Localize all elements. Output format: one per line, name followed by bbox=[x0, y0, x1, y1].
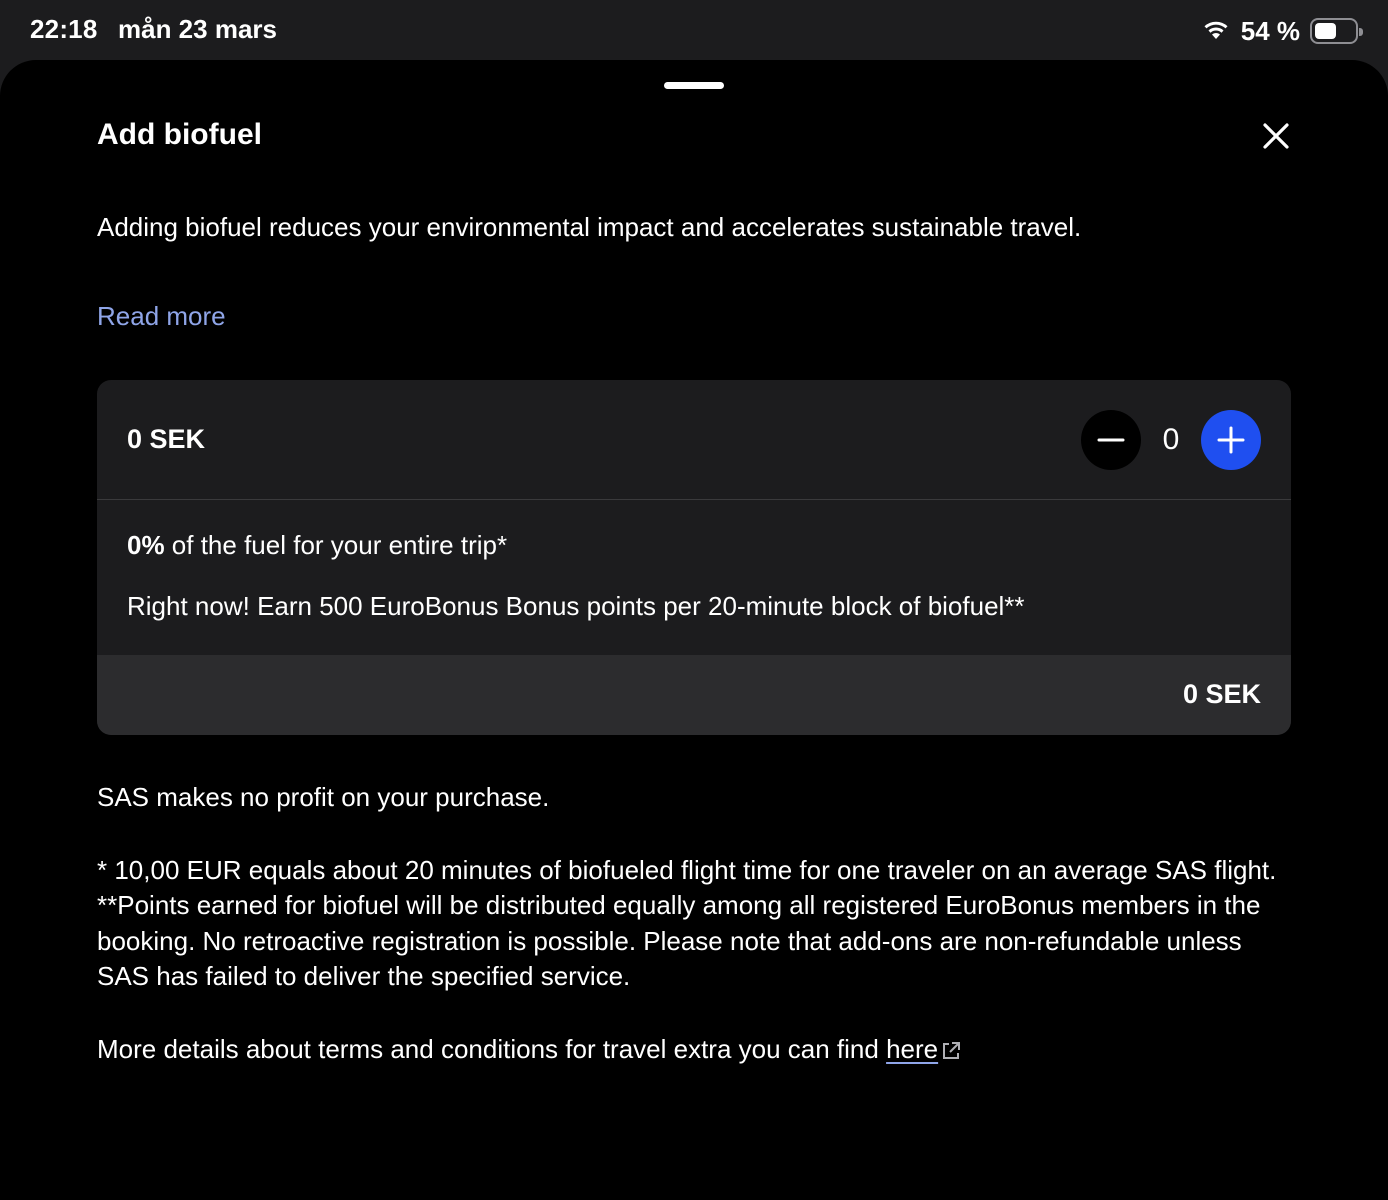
quantity-stepper: 0 bbox=[1081, 410, 1261, 470]
terms-text: More details about terms and conditions … bbox=[97, 1033, 887, 1064]
read-more-link[interactable]: Read more bbox=[97, 301, 226, 332]
terms-link[interactable]: here bbox=[886, 1034, 938, 1064]
plus-icon bbox=[1217, 426, 1245, 454]
increment-button[interactable] bbox=[1201, 410, 1261, 470]
no-profit-text: SAS makes no profit on your purchase. bbox=[97, 782, 550, 812]
close-icon bbox=[1263, 123, 1289, 149]
biofuel-sheet: Add biofuel Adding biofuel reduces your … bbox=[0, 60, 1388, 1200]
quantity-value: 0 bbox=[1162, 423, 1180, 456]
status-indicators: 54 % bbox=[1201, 14, 1363, 48]
fuel-percent: 0% bbox=[127, 530, 165, 560]
wifi-icon bbox=[1201, 17, 1231, 46]
footnote-eur: * 10,00 EUR equals about 20 minutes of b… bbox=[97, 854, 1277, 885]
fuel-share-line: 0% of the fuel for your entire trip* bbox=[127, 530, 1025, 561]
decrement-button[interactable] bbox=[1081, 410, 1141, 470]
battery-percent: 54 % bbox=[1240, 15, 1300, 46]
bonus-text: Right now! Earn 500 EuroBonus Bonus poin… bbox=[127, 591, 1025, 621]
status-date: mån 23 mars bbox=[118, 14, 277, 44]
fuel-share-text: of the fuel for your entire trip* bbox=[164, 530, 508, 560]
status-time: 22:18 bbox=[30, 14, 98, 44]
battery-level bbox=[1315, 23, 1336, 39]
card-details: 0% of the fuel for your entire trip* Rig… bbox=[127, 530, 1025, 622]
external-link-icon[interactable] bbox=[940, 1036, 962, 1072]
biofuel-card: 0 SEK 0 0% of the fuel for your entire t… bbox=[97, 380, 1291, 735]
footnote-points: **Points earned for biofuel will be dist… bbox=[97, 890, 1261, 991]
sheet-grabber[interactable] bbox=[664, 82, 724, 89]
terms-line: More details about terms and conditions … bbox=[97, 1032, 1277, 1072]
card-total-bar: 0 SEK bbox=[97, 655, 1291, 735]
close-button[interactable] bbox=[1256, 116, 1296, 156]
footer-notes: SAS makes no profit on your purchase. * … bbox=[97, 780, 1277, 1071]
minus-icon bbox=[1097, 438, 1125, 442]
intro-text: Adding biofuel reduces your environmenta… bbox=[97, 212, 1082, 242]
price-label: 0 SEK bbox=[127, 424, 206, 454]
status-bar: 22:18 mån 23 mars 54 % bbox=[0, 0, 1388, 60]
total-price: 0 SEK bbox=[1182, 679, 1261, 709]
sheet-title: Add biofuel bbox=[97, 118, 262, 151]
battery-icon bbox=[1310, 18, 1363, 44]
card-header: 0 SEK 0 bbox=[97, 380, 1291, 500]
